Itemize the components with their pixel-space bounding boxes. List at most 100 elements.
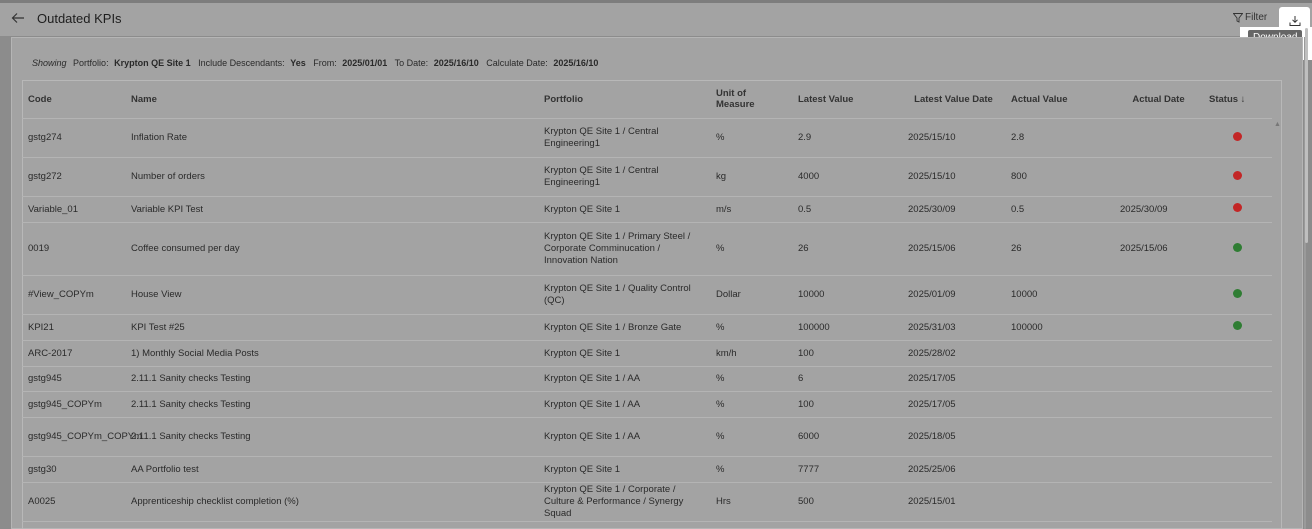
showing-summary: Showing Portfolio: Krypton QE Site 1 Inc… (32, 58, 603, 68)
cell-latest-value: 10000 (792, 275, 902, 315)
cell-latest-date: 2025/15/10 (902, 118, 1005, 158)
cell-code: gstg945 (22, 366, 125, 392)
cell-status (1203, 222, 1272, 276)
cell-code: gstg945_COPYm_COPYm (22, 417, 142, 457)
cell-portfolio: Krypton QE Site 1 / Bronze Gate (538, 314, 710, 341)
status-dot-green (1233, 242, 1242, 252)
cell-actual-value: 26 (1005, 222, 1114, 276)
table-row[interactable]: KPI21 KPI Test #25 Krypton QE Site 1 / Bro… (22, 314, 1272, 341)
cell-latest-date: 2025/17/05 (902, 391, 1005, 418)
cell-unit: km/h (710, 340, 792, 367)
cell-status (1203, 275, 1272, 315)
from-label: From: (313, 58, 337, 68)
cell-name: House View (125, 275, 538, 315)
cell-code: gstg274 (22, 118, 125, 158)
cell-code: Variable_01 (22, 196, 125, 223)
col-header-unit[interactable]: Unit of Measure (710, 80, 792, 119)
table-row[interactable]: gstg945 2.11.1 Sanity checks Testing Krypt… (22, 366, 1272, 392)
cell-code: 0019 (22, 222, 125, 276)
col-header-code[interactable]: Code (22, 80, 125, 119)
col-header-actual-date[interactable]: Actual Date (1114, 80, 1203, 119)
col-header-actual-value[interactable]: Actual Value (1005, 80, 1114, 119)
cell-status (1203, 456, 1272, 483)
status-dot-red (1233, 170, 1242, 180)
table-row[interactable]: A0025 Apprenticeship checklist completion… (22, 482, 1272, 522)
cell-latest-value: 100000 (792, 314, 902, 341)
kpi-table: Code Name Portfolio Unit of Measure Late… (22, 80, 1272, 522)
table-row[interactable]: 0019 Coffee consumed per day Krypton QE Si… (22, 222, 1272, 276)
cell-name: Variable KPI Test (125, 196, 538, 223)
cell-code: gstg272 (22, 157, 125, 197)
cell-actual-value: 100000 (1005, 314, 1114, 341)
cell-latest-value: 0.5 (792, 196, 902, 223)
cell-latest-date: 2025/15/10 (902, 157, 1005, 197)
from-value: 2025/01/01 (342, 58, 388, 68)
cell-status (1203, 314, 1272, 341)
cell-portfolio: Krypton QE Site 1 / Corporate / Culture … (538, 482, 710, 522)
cell-unit: % (710, 456, 792, 483)
cell-latest-date: 2025/30/09 (902, 196, 1005, 223)
col-header-latest-value[interactable]: Latest Value (792, 80, 902, 119)
cell-portfolio: Krypton QE Site 1 (538, 196, 710, 223)
filter-button[interactable]: Filter (1233, 12, 1267, 23)
cell-actual-value: 0.5 (1005, 196, 1114, 223)
cell-latest-value: 6 (792, 366, 902, 392)
cell-unit: m/s (710, 196, 792, 223)
cell-latest-value: 6000 (792, 417, 902, 457)
table-row[interactable]: gstg945_COPYm_COPYm 2.11.1 Sanity checks … (22, 417, 1272, 457)
cell-actual-value (1005, 456, 1114, 483)
table-row[interactable]: gstg274 Inflation Rate Krypton QE Site 1 /… (22, 118, 1272, 158)
table-row[interactable]: gstg945_COPYm 2.11.1 Sanity checks Testin… (22, 391, 1272, 418)
cell-latest-date: 2025/15/06 (902, 222, 1005, 276)
to-value: 2025/16/10 (433, 58, 479, 68)
cell-code: #View_COPYm (22, 275, 125, 315)
cell-latest-date: 2025/18/05 (902, 417, 1005, 457)
cell-latest-value: 500 (792, 482, 902, 522)
cell-status (1203, 391, 1272, 418)
cell-unit: % (710, 391, 792, 418)
cell-latest-value: 4000 (792, 157, 902, 197)
cell-name: 2.11.1 Sanity checks Testing (125, 391, 538, 418)
cell-actual-date (1114, 340, 1203, 367)
calc-label: Calculate Date: (486, 58, 548, 68)
cell-actual-value: 10000 (1005, 275, 1114, 315)
table-row[interactable]: #View_COPYm House View Krypton QE Site 1 /… (22, 275, 1272, 315)
status-dot-red (1233, 131, 1242, 141)
cell-latest-date: 2025/01/09 (902, 275, 1005, 315)
cell-name: 2.11.1 Sanity checks Testing (125, 417, 538, 457)
cell-status (1203, 482, 1272, 522)
cell-actual-value (1005, 391, 1114, 418)
cell-actual-date (1114, 275, 1203, 315)
col-header-name[interactable]: Name (125, 80, 538, 119)
to-label: To Date: (394, 58, 429, 68)
top-bar: Outdated KPIs Filter (0, 0, 1312, 36)
page-scrollbar[interactable] (1305, 28, 1308, 243)
col-header-status[interactable]: Status ↓ (1203, 80, 1272, 119)
cell-status (1203, 366, 1272, 392)
table-row[interactable]: Variable_01 Variable KPI Test Krypton QE S… (22, 196, 1272, 223)
cell-portfolio: Krypton QE Site 1 / AA (538, 417, 710, 457)
cell-code: A0025 (22, 482, 125, 522)
cell-name: 2.11.1 Sanity checks Testing (125, 366, 538, 392)
table-row[interactable]: ARC-2017 1) Monthly Social Media Posts Kry… (22, 340, 1272, 367)
table-row[interactable]: gstg30 AA Portfolio test Krypton QE Site 1… (22, 456, 1272, 483)
cell-unit: kg (710, 157, 792, 197)
scroll-up-icon[interactable]: ▲ (1274, 121, 1281, 128)
back-arrow-icon[interactable] (11, 11, 25, 25)
cell-name: KPI Test #25 (125, 314, 538, 341)
descendants-value: Yes (290, 58, 306, 68)
table-row[interactable]: gstg272 Number of orders Krypton QE Site 1… (22, 157, 1272, 197)
cell-actual-value (1005, 340, 1114, 367)
cell-status (1203, 118, 1272, 158)
cell-portfolio: Krypton QE Site 1 (538, 456, 710, 483)
cell-unit: Dollar (710, 275, 792, 315)
cell-latest-date: 2025/17/05 (902, 366, 1005, 392)
cell-name: Inflation Rate (125, 118, 538, 158)
col-header-portfolio[interactable]: Portfolio (538, 80, 710, 119)
cell-code: gstg30 (22, 456, 125, 483)
col-header-latest-date[interactable]: Latest Value Date (902, 80, 1005, 119)
cell-portfolio: Krypton QE Site 1 / Quality Control (QC) (538, 275, 710, 315)
cell-latest-value: 26 (792, 222, 902, 276)
cell-latest-value: 100 (792, 391, 902, 418)
cell-actual-date (1114, 456, 1203, 483)
